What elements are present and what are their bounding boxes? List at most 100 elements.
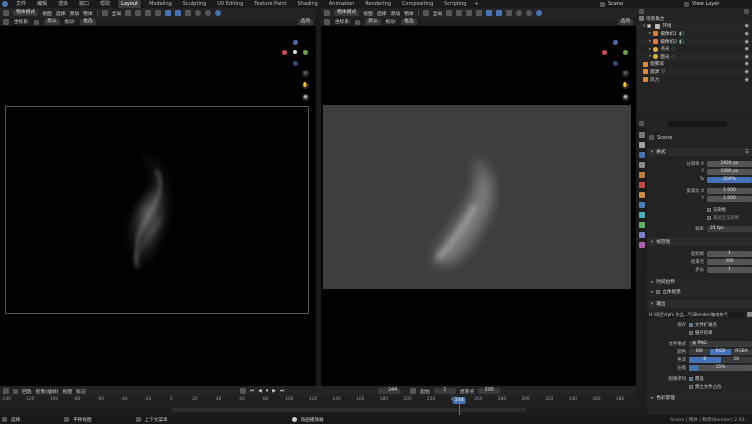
visibility-icon[interactable]: [476, 10, 483, 16]
outliner-scene-collection[interactable]: 场景集合: [637, 15, 752, 23]
left-viewport[interactable]: ⌕ ✋ ◉: [0, 26, 316, 386]
frame-end-field[interactable]: 300: [478, 388, 501, 394]
editor-type-icon[interactable]: [3, 388, 9, 394]
color-rgb-button[interactable]: RGB: [710, 348, 731, 355]
xray-icon[interactable]: [185, 10, 192, 16]
physics-tab-icon[interactable]: [639, 222, 645, 228]
eye-icon[interactable]: ◉: [745, 31, 749, 37]
record-icon[interactable]: [239, 388, 246, 394]
frame-range-panel-header[interactable]: ▾ 帧范围: [647, 238, 752, 246]
view-layer-tab-icon[interactable]: [639, 162, 645, 168]
outliner-item[interactable]: ▸ 面光 ◌ ◉: [637, 52, 752, 61]
orientation-dropdown[interactable]: 全局: [112, 10, 122, 17]
constraints-tab-icon[interactable]: [639, 232, 645, 238]
pan-hand-icon[interactable]: ✋: [622, 82, 629, 89]
playhead-frame-badge[interactable]: 244: [453, 397, 466, 404]
render-region-checkbox[interactable]: [707, 207, 711, 212]
overlay-toggle-icon[interactable]: [175, 10, 182, 16]
menu-marker[interactable]: 标记: [76, 388, 86, 395]
modifier-tab-icon[interactable]: [639, 202, 645, 208]
properties-search-input[interactable]: [667, 120, 727, 127]
menu-view[interactable]: 视图: [42, 10, 52, 17]
format-panel-header[interactable]: ▾ 格式 ☰: [647, 148, 752, 156]
drag-dropdown[interactable]: 框选: [80, 19, 96, 25]
menu-select[interactable]: 选择: [56, 10, 66, 17]
z-axis-icon[interactable]: [293, 40, 298, 45]
properties-editor-icon[interactable]: [639, 121, 644, 126]
drag-dropdown[interactable]: 框选: [401, 19, 417, 25]
eye-icon[interactable]: ◉: [745, 69, 749, 75]
frame-start-field[interactable]: 1: [433, 388, 456, 394]
orientation-default-dropdown[interactable]: 默认: [365, 19, 381, 25]
expand-arrow-icon[interactable]: ▾: [643, 24, 645, 29]
scene-tab-icon[interactable]: [639, 172, 645, 178]
shading-rendered-icon[interactable]: [536, 10, 543, 16]
overlay-toggle-icon[interactable]: [496, 10, 503, 16]
eye-icon[interactable]: ◉: [745, 39, 749, 45]
fps-dropdown[interactable]: 25 fps: [707, 225, 752, 232]
snap-icon[interactable]: [135, 10, 142, 16]
cache-result-checkbox[interactable]: [689, 330, 693, 335]
depth-16-button[interactable]: 16: [720, 356, 752, 363]
outliner-item[interactable]: 烟雾域 ◉: [637, 61, 752, 69]
shading-material-icon[interactable]: [526, 10, 533, 16]
outliner-item[interactable]: 烟源 ▽ ◉: [637, 68, 752, 76]
y-axis-icon[interactable]: [303, 50, 308, 55]
menu-keying[interactable]: 抠像(插帧): [36, 388, 59, 395]
folder-icon[interactable]: [747, 312, 752, 317]
prev-key-icon[interactable]: ◀: [258, 389, 262, 394]
clock-icon[interactable]: [410, 388, 417, 394]
mode-dropdown[interactable]: 物体模式: [334, 10, 360, 16]
world-tab-icon[interactable]: [639, 182, 645, 188]
outliner-item[interactable]: 风力 ◉: [637, 76, 752, 84]
timeline-ruler[interactable]: -140 -120 -100 -80 -60 -40 -20 0 20 40 60 80 100 120 1…: [0, 396, 636, 406]
zoom-icon[interactable]: ⌕: [302, 70, 309, 77]
x-axis-icon[interactable]: [602, 50, 607, 55]
menu-select[interactable]: 选择: [377, 10, 387, 17]
menu-object[interactable]: 物体: [83, 10, 93, 17]
tab-sculpting[interactable]: Sculpting: [180, 0, 209, 8]
camera-view-icon[interactable]: ◉: [302, 94, 309, 101]
resolution-x-field[interactable]: 1920 px: [707, 160, 752, 167]
zoom-icon[interactable]: ⌕: [622, 70, 629, 77]
menu-view[interactable]: 视图: [363, 10, 373, 17]
compression-slider[interactable]: 15%: [689, 364, 752, 371]
file-format-dropdown[interactable]: ▣ PNG: [689, 340, 752, 347]
expand-arrow-icon[interactable]: ▸: [649, 47, 651, 52]
pivot-icon[interactable]: [446, 10, 453, 16]
gizmo-toggle-icon[interactable]: [486, 10, 493, 16]
tool-tab-icon[interactable]: [639, 132, 645, 138]
outliner-item[interactable]: ▸ 摄像机1 ◧ ◉: [637, 30, 752, 38]
menu-file[interactable]: 文件: [13, 0, 29, 8]
editor-type-icon[interactable]: [324, 10, 330, 16]
color-bw-button[interactable]: BW: [689, 348, 710, 355]
add-workspace-button[interactable]: +: [474, 1, 478, 7]
right-viewport[interactable]: ⌕ ✋ ◉: [321, 26, 636, 386]
data-tab-icon[interactable]: [639, 242, 645, 248]
tab-texture-paint[interactable]: Texture Paint: [251, 0, 289, 8]
placeholders-checkbox[interactable]: [689, 384, 693, 389]
options-dropdown[interactable]: 选项: [617, 19, 633, 25]
y-axis-icon[interactable]: [623, 50, 628, 55]
tab-animation[interactable]: Animation: [326, 0, 358, 8]
color-management-panel-header[interactable]: ▸ 色彩管理: [647, 394, 752, 402]
frame-step-field[interactable]: 1: [707, 266, 752, 273]
eye-icon[interactable]: ◉: [745, 77, 749, 83]
proportional-icon[interactable]: [466, 10, 473, 16]
presets-icon[interactable]: ☰: [745, 150, 749, 155]
output-path-field[interactable]: H:\项目\Vphi 作品...气\Blender\咖啡热气: [647, 311, 745, 318]
orientation-dropdown[interactable]: 全局: [433, 10, 443, 17]
crop-checkbox[interactable]: [707, 215, 711, 220]
orientation-default-dropdown[interactable]: 默认: [44, 19, 60, 25]
tab-compositing[interactable]: Compositing: [399, 0, 436, 8]
jump-end-icon[interactable]: ⏭: [280, 388, 284, 394]
next-key-icon[interactable]: ▶: [272, 389, 276, 394]
output-panel-header[interactable]: ▾ 输出: [647, 300, 752, 308]
gizmo-toggle-icon[interactable]: [165, 10, 172, 16]
menu-window[interactable]: 窗口: [76, 0, 92, 8]
eye-icon[interactable]: ◉: [745, 23, 749, 29]
outliner-item[interactable]: ▸ 摄像机2 ◧ ◉: [637, 37, 752, 46]
menu-render[interactable]: 渲染: [55, 0, 71, 8]
eye-icon[interactable]: ◉: [745, 46, 749, 52]
expand-arrow-icon[interactable]: ▸: [649, 31, 651, 36]
